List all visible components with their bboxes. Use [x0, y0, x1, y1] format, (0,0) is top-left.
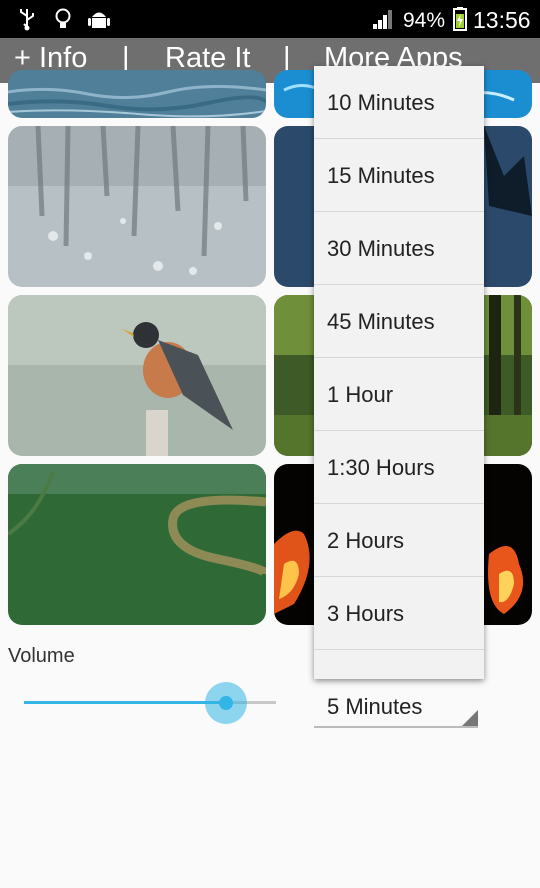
timer-selected-value: 5 Minutes	[327, 694, 423, 719]
timer-option[interactable]: 15 Minutes	[314, 139, 484, 212]
timer-option[interactable]: 45 Minutes	[314, 285, 484, 358]
timer-option[interactable]: 30 Minutes	[314, 212, 484, 285]
battery-percent: 94%	[403, 9, 446, 32]
lightbulb-icon	[55, 8, 71, 28]
volume-slider-thumb[interactable]	[204, 682, 247, 724]
sound-tile-river[interactable]	[8, 464, 266, 625]
clock: 13:56	[473, 7, 531, 33]
timer-option[interactable]: 10 Minutes	[314, 66, 484, 139]
spinner-corner-icon	[462, 710, 478, 726]
slider-thumb-dot	[218, 696, 233, 710]
timer-option[interactable]: 1 Hour	[314, 358, 484, 431]
android-icon	[88, 12, 110, 28]
volume-slider-fill	[24, 701, 226, 704]
signal-icon	[373, 10, 392, 29]
timer-option[interactable]: 3 Hours	[314, 577, 484, 650]
usb-icon	[20, 9, 34, 31]
battery-charging-icon	[453, 7, 467, 31]
sound-tile-bird[interactable]	[8, 295, 266, 456]
timer-spinner[interactable]: 5 Minutes	[314, 690, 478, 728]
timer-option[interactable]: 1:30 Hours	[314, 431, 484, 504]
timer-dropdown: 10 Minutes 15 Minutes 30 Minutes 45 Minu…	[314, 66, 484, 679]
sound-tile-rain[interactable]	[8, 126, 266, 287]
volume-label: Volume	[8, 645, 75, 667]
status-bar: 94% 13:56	[0, 0, 540, 38]
timer-option-partial[interactable]	[314, 650, 484, 679]
timer-option[interactable]: 2 Hours	[314, 504, 484, 577]
sound-tile-water[interactable]	[8, 70, 266, 118]
